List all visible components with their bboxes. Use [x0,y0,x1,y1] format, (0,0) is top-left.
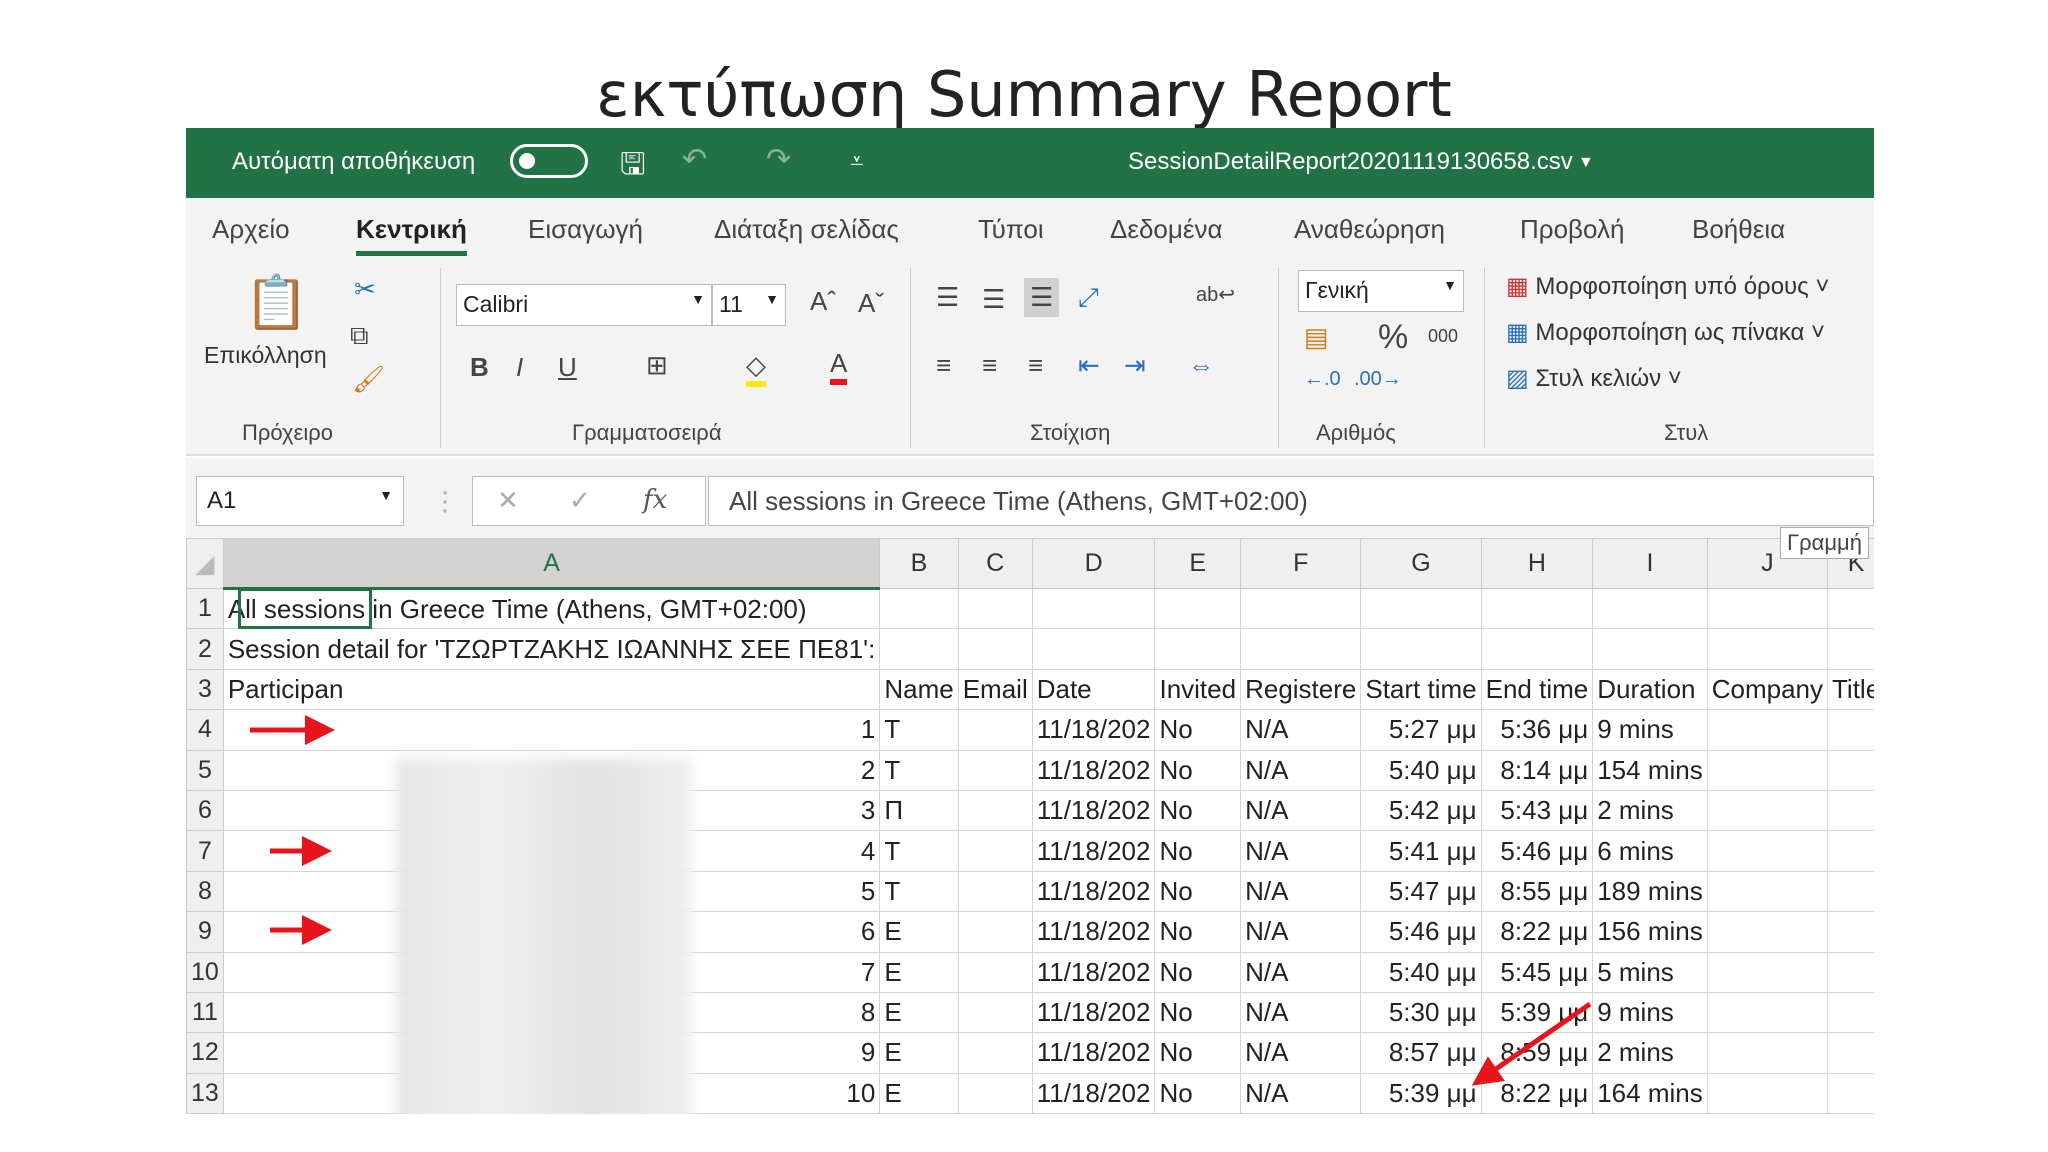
annotation-arrows [250,715,1592,1086]
red-arrow-diagonal [1471,1001,1592,1086]
